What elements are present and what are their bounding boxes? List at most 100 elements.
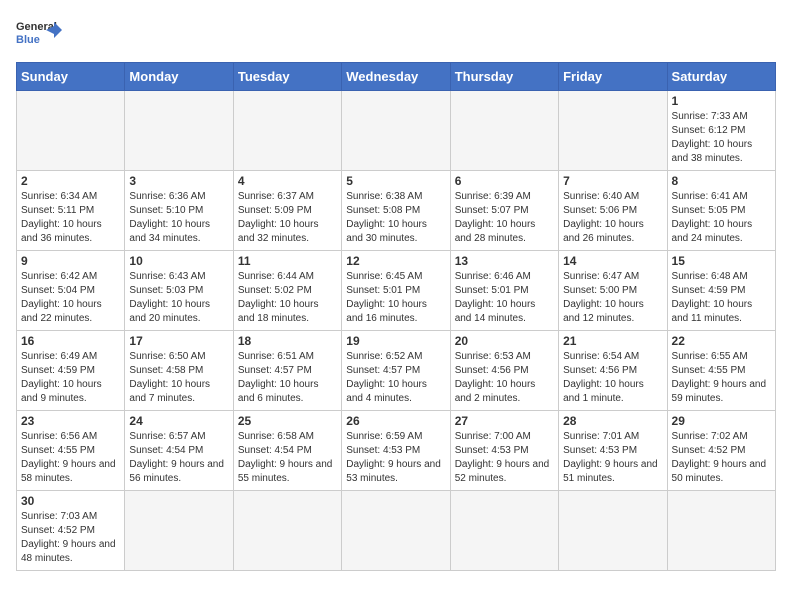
- day-info: Sunrise: 7:00 AM Sunset: 4:53 PM Dayligh…: [455, 430, 554, 486]
- svg-text:Blue: Blue: [16, 34, 40, 46]
- col-header-saturday: Saturday: [667, 63, 775, 91]
- day-number: 12: [346, 254, 445, 268]
- day-number: 18: [238, 334, 337, 348]
- col-header-wednesday: Wednesday: [342, 63, 450, 91]
- calendar-cell: 27 Sunrise: 7:00 AM Sunset: 4:53 PM Dayli…: [450, 411, 558, 491]
- calendar-cell: 11 Sunrise: 6:44 AM Sunset: 5:02 PM Dayli…: [233, 251, 341, 331]
- calendar-cell: 21 Sunrise: 6:54 AM Sunset: 4:56 PM Dayli…: [559, 331, 667, 411]
- day-number: 5: [346, 174, 445, 188]
- day-info: Sunrise: 7:33 AM Sunset: 6:12 PM Dayligh…: [672, 110, 771, 166]
- day-info: Sunrise: 6:43 AM Sunset: 5:03 PM Dayligh…: [129, 270, 228, 326]
- col-header-tuesday: Tuesday: [233, 63, 341, 91]
- col-header-sunday: Sunday: [17, 63, 125, 91]
- day-info: Sunrise: 6:56 AM Sunset: 4:55 PM Dayligh…: [21, 430, 120, 486]
- day-info: Sunrise: 7:01 AM Sunset: 4:53 PM Dayligh…: [563, 430, 662, 486]
- day-info: Sunrise: 6:39 AM Sunset: 5:07 PM Dayligh…: [455, 190, 554, 246]
- day-number: 4: [238, 174, 337, 188]
- calendar-week-3: 16Sunrise: 6:49 AM Sunset: 4:59 PM Dayli…: [17, 331, 776, 411]
- day-number: 17: [129, 334, 228, 348]
- calendar-cell: 5Sunrise: 6:38 AM Sunset: 5:08 PM Daylig…: [342, 171, 450, 251]
- day-info: Sunrise: 6:50 AM Sunset: 4:58 PM Dayligh…: [129, 350, 228, 406]
- calendar-cell: 4Sunrise: 6:37 AM Sunset: 5:09 PM Daylig…: [233, 171, 341, 251]
- day-info: Sunrise: 6:41 AM Sunset: 5:05 PM Dayligh…: [672, 190, 771, 246]
- calendar-cell: 28 Sunrise: 7:01 AM Sunset: 4:53 PM Dayli…: [559, 411, 667, 491]
- logo: General Blue: [16, 16, 66, 52]
- calendar-cell: 17 Sunrise: 6:50 AM Sunset: 4:58 PM Dayli…: [125, 331, 233, 411]
- calendar-cell: [17, 91, 125, 171]
- day-number: 23: [21, 414, 120, 428]
- day-number: 30: [21, 494, 120, 508]
- calendar-cell: [233, 91, 341, 171]
- day-info: Sunrise: 6:36 AM Sunset: 5:10 PM Dayligh…: [129, 190, 228, 246]
- day-number: 21: [563, 334, 662, 348]
- day-info: Sunrise: 6:45 AM Sunset: 5:01 PM Dayligh…: [346, 270, 445, 326]
- day-number: 20: [455, 334, 554, 348]
- calendar-cell: [450, 491, 558, 571]
- day-number: 8: [672, 174, 771, 188]
- calendar-cell: 15Sunrise: 6:48 AM Sunset: 4:59 PM Dayli…: [667, 251, 775, 331]
- col-header-thursday: Thursday: [450, 63, 558, 91]
- col-header-monday: Monday: [125, 63, 233, 91]
- calendar-cell: 16Sunrise: 6:49 AM Sunset: 4:59 PM Dayli…: [17, 331, 125, 411]
- day-info: Sunrise: 7:02 AM Sunset: 4:52 PM Dayligh…: [672, 430, 771, 486]
- day-info: Sunrise: 7:03 AM Sunset: 4:52 PM Dayligh…: [21, 510, 120, 566]
- calendar-cell: [233, 491, 341, 571]
- calendar-cell: [342, 91, 450, 171]
- calendar-cell: 6 Sunrise: 6:39 AM Sunset: 5:07 PM Daylig…: [450, 171, 558, 251]
- calendar-cell: 8 Sunrise: 6:41 AM Sunset: 5:05 PM Daylig…: [667, 171, 775, 251]
- day-number: 19: [346, 334, 445, 348]
- day-number: 10: [129, 254, 228, 268]
- day-number: 25: [238, 414, 337, 428]
- day-number: 9: [21, 254, 120, 268]
- calendar-cell: [559, 491, 667, 571]
- calendar-cell: 30 Sunrise: 7:03 AM Sunset: 4:52 PM Dayli…: [17, 491, 125, 571]
- calendar-cell: 26Sunrise: 6:59 AM Sunset: 4:53 PM Dayli…: [342, 411, 450, 491]
- calendar-cell: 2 Sunrise: 6:34 AM Sunset: 5:11 PM Daylig…: [17, 171, 125, 251]
- day-info: Sunrise: 6:34 AM Sunset: 5:11 PM Dayligh…: [21, 190, 120, 246]
- calendar-week-2: 9Sunrise: 6:42 AM Sunset: 5:04 PM Daylig…: [17, 251, 776, 331]
- calendar-cell: [125, 91, 233, 171]
- calendar-week-0: 1Sunrise: 7:33 AM Sunset: 6:12 PM Daylig…: [17, 91, 776, 171]
- day-info: Sunrise: 6:52 AM Sunset: 4:57 PM Dayligh…: [346, 350, 445, 406]
- calendar-cell: 7Sunrise: 6:40 AM Sunset: 5:06 PM Daylig…: [559, 171, 667, 251]
- day-info: Sunrise: 6:46 AM Sunset: 5:01 PM Dayligh…: [455, 270, 554, 326]
- day-number: 24: [129, 414, 228, 428]
- day-number: 14: [563, 254, 662, 268]
- day-info: Sunrise: 6:44 AM Sunset: 5:02 PM Dayligh…: [238, 270, 337, 326]
- calendar-cell: 18 Sunrise: 6:51 AM Sunset: 4:57 PM Dayli…: [233, 331, 341, 411]
- calendar-cell: 12 Sunrise: 6:45 AM Sunset: 5:01 PM Dayli…: [342, 251, 450, 331]
- day-info: Sunrise: 6:55 AM Sunset: 4:55 PM Dayligh…: [672, 350, 771, 406]
- day-number: 22: [672, 334, 771, 348]
- calendar-week-5: 30 Sunrise: 7:03 AM Sunset: 4:52 PM Dayli…: [17, 491, 776, 571]
- calendar-cell: [559, 91, 667, 171]
- day-info: Sunrise: 6:51 AM Sunset: 4:57 PM Dayligh…: [238, 350, 337, 406]
- day-number: 27: [455, 414, 554, 428]
- calendar-cell: 23 Sunrise: 6:56 AM Sunset: 4:55 PM Dayli…: [17, 411, 125, 491]
- day-number: 6: [455, 174, 554, 188]
- col-header-friday: Friday: [559, 63, 667, 91]
- calendar-cell: 14Sunrise: 6:47 AM Sunset: 5:00 PM Dayli…: [559, 251, 667, 331]
- calendar-cell: 1Sunrise: 7:33 AM Sunset: 6:12 PM Daylig…: [667, 91, 775, 171]
- day-info: Sunrise: 6:54 AM Sunset: 4:56 PM Dayligh…: [563, 350, 662, 406]
- day-info: Sunrise: 6:40 AM Sunset: 5:06 PM Dayligh…: [563, 190, 662, 246]
- calendar-cell: [667, 491, 775, 571]
- calendar-table: SundayMondayTuesdayWednesdayThursdayFrid…: [16, 62, 776, 571]
- generalblue-logo-icon: General Blue: [16, 16, 66, 52]
- calendar-cell: [450, 91, 558, 171]
- day-number: 13: [455, 254, 554, 268]
- day-info: Sunrise: 6:53 AM Sunset: 4:56 PM Dayligh…: [455, 350, 554, 406]
- day-number: 15: [672, 254, 771, 268]
- day-number: 3: [129, 174, 228, 188]
- calendar-cell: [125, 491, 233, 571]
- day-number: 29: [672, 414, 771, 428]
- day-number: 26: [346, 414, 445, 428]
- day-number: 11: [238, 254, 337, 268]
- day-number: 16: [21, 334, 120, 348]
- calendar-header-row: SundayMondayTuesdayWednesdayThursdayFrid…: [17, 63, 776, 91]
- header: General Blue: [16, 16, 776, 52]
- day-number: 28: [563, 414, 662, 428]
- day-number: 2: [21, 174, 120, 188]
- calendar-cell: 3 Sunrise: 6:36 AM Sunset: 5:10 PM Daylig…: [125, 171, 233, 251]
- calendar-cell: 20 Sunrise: 6:53 AM Sunset: 4:56 PM Dayli…: [450, 331, 558, 411]
- day-info: Sunrise: 6:57 AM Sunset: 4:54 PM Dayligh…: [129, 430, 228, 486]
